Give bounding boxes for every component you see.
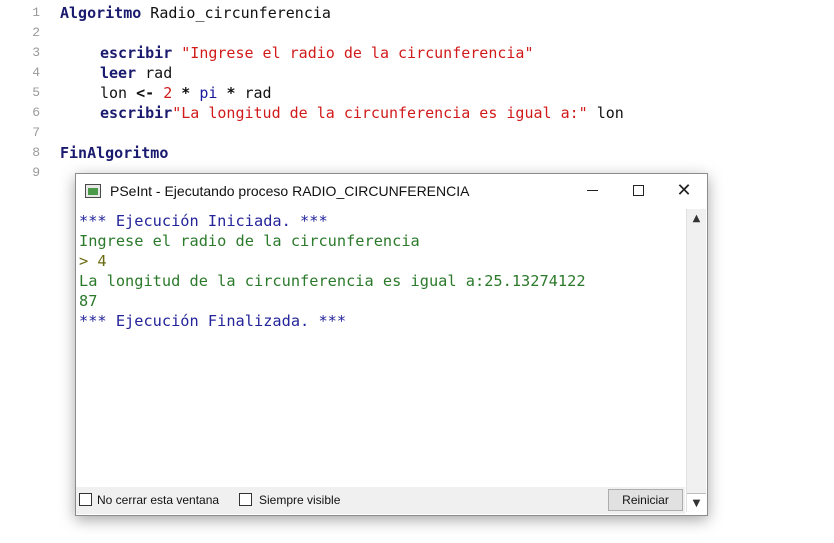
line-number: 3 <box>32 45 40 60</box>
line-number: 4 <box>32 65 40 80</box>
minimize-icon <box>586 190 598 191</box>
minimize-button[interactable] <box>569 174 615 207</box>
operator: * <box>181 84 191 102</box>
code-line-1: Algoritmo Radio_circunferencia <box>60 3 331 23</box>
line-number: 1 <box>32 5 40 20</box>
no-cerrar-label[interactable]: No cerrar esta ventana <box>97 493 219 507</box>
keyword: leer <box>100 64 137 82</box>
line-number: 7 <box>32 125 40 140</box>
code-line-5: lon <- 2 * pi * rad <box>100 83 272 103</box>
operator: <- <box>136 84 155 102</box>
siempre-visible-label[interactable]: Siempre visible <box>259 493 340 507</box>
execution-window[interactable]: PSeInt - Ejecutando proceso RADIO_CIRCUN… <box>75 173 708 516</box>
console-input-line: > 4 <box>79 252 107 270</box>
console-line: *** Ejecución Finalizada. *** <box>79 312 347 330</box>
identifier: lon <box>587 104 624 122</box>
number-literal: 2 <box>163 84 173 102</box>
identifier: lon <box>100 84 137 102</box>
console-line: 87 <box>79 292 98 310</box>
keyword: Algoritmo <box>60 4 142 22</box>
keyword: FinAlgoritmo <box>60 144 169 162</box>
console-line: La longitud de la circunferencia es igua… <box>79 272 586 290</box>
keyword: escribir <box>100 104 173 122</box>
vertical-scrollbar[interactable]: ▲ ▼ <box>686 209 706 513</box>
bottom-bar: No cerrar esta ventana Siempre visible R… <box>76 487 685 514</box>
code-line-4: leer rad <box>100 63 172 83</box>
constant: pi <box>199 84 218 102</box>
line-number: 9 <box>32 165 40 180</box>
console-output[interactable]: *** Ejecución Iniciada. *** Ingrese el r… <box>77 209 685 487</box>
string-literal: "Ingrese el radio de la circunferencia" <box>181 44 534 62</box>
line-number: 6 <box>32 105 40 120</box>
identifier: rad <box>235 84 272 102</box>
siempre-visible-checkbox[interactable] <box>239 493 252 506</box>
scroll-down-icon[interactable]: ▼ <box>687 493 706 513</box>
reiniciar-button[interactable]: Reiniciar <box>608 489 683 511</box>
maximize-icon <box>632 185 644 196</box>
identifier: Radio_circunferencia <box>141 4 331 22</box>
keyword: escribir <box>100 44 173 62</box>
line-number: 8 <box>32 145 40 160</box>
maximize-button[interactable] <box>615 174 661 207</box>
console-line: *** Ejecución Iniciada. *** <box>79 212 328 230</box>
string-literal: "La longitud de la circunferencia es igu… <box>172 104 588 122</box>
code-line-6: escribir"La longitud de la circunferenci… <box>100 103 624 123</box>
identifier: rad <box>136 64 173 82</box>
close-icon: ✕ <box>676 180 692 201</box>
scroll-up-icon[interactable]: ▲ <box>687 209 706 228</box>
no-cerrar-checkbox[interactable] <box>79 493 92 506</box>
line-number: 5 <box>32 85 40 100</box>
app-icon <box>85 184 101 198</box>
line-number: 2 <box>32 25 40 40</box>
code-line-3: escribir "Ingrese el radio de la circunf… <box>100 43 533 63</box>
code-line-8: FinAlgoritmo <box>60 143 168 163</box>
close-button[interactable]: ✕ <box>661 174 707 207</box>
console-line: Ingrese el radio de la circunferencia <box>79 232 420 250</box>
window-title: PSeInt - Ejecutando proceso RADIO_CIRCUN… <box>110 183 470 199</box>
title-bar[interactable]: PSeInt - Ejecutando proceso RADIO_CIRCUN… <box>76 174 707 209</box>
line-number-gutter: 1 2 3 4 5 6 7 8 9 <box>0 0 48 543</box>
